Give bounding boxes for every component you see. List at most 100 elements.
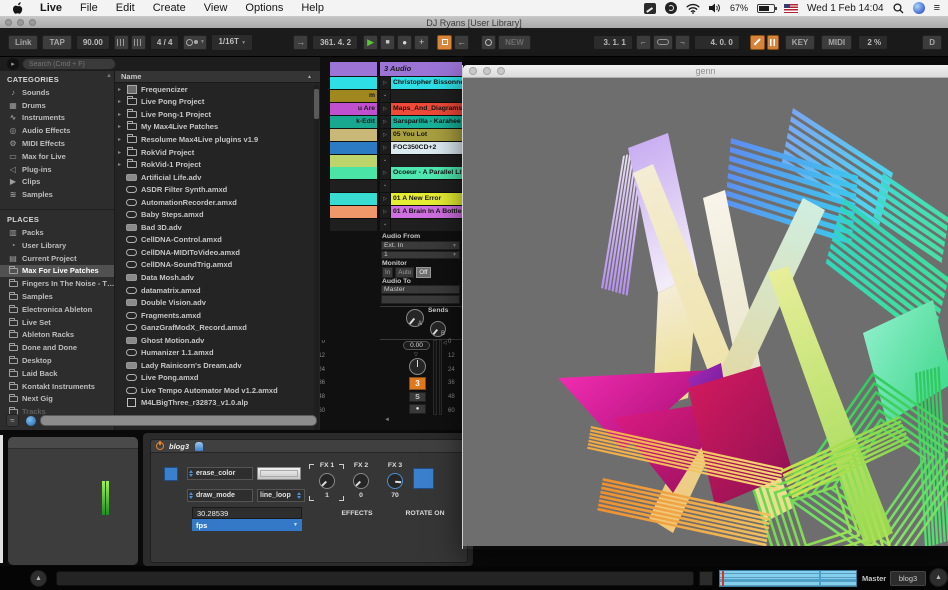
pan-knob[interactable] [409,358,426,375]
place-next-gig[interactable]: Next Gig [0,393,114,406]
stop-slot[interactable]: ▪ [380,219,462,231]
category-drums[interactable]: ▦Drums [0,99,114,112]
menu-edit[interactable]: Edit [107,0,144,17]
spotlight-search-icon[interactable] [893,3,904,14]
sidebar-scroll-up-icon[interactable]: ▲ [106,73,112,79]
follow-button[interactable]: → [293,35,308,50]
file-resolume-max4live-plugins-v1-9[interactable]: ▸Resolume Max4Live plugins v1.9 [115,133,320,146]
clip-play-icon[interactable]: ▷ [380,129,391,141]
device-tab[interactable]: blog3 [890,571,926,586]
clip-slot[interactable]: ▷Ocoeur - A Parallel Life [380,167,462,179]
output-channel-chooser[interactable] [381,295,460,304]
clip-stop-icon[interactable]: ▪ [380,219,391,231]
number-box[interactable]: 30.28539 [192,507,302,519]
place-done-and-done[interactable]: Done and Done [0,341,114,354]
stop-slot[interactable]: ▪ [380,180,462,192]
send-b-knob[interactable]: B [430,321,446,337]
file-data-mosh-adv[interactable]: Data Mosh.adv [115,271,320,284]
clip-play-icon[interactable]: ▷ [380,116,391,128]
input-type-chooser[interactable]: Ext. In▼ [381,241,460,250]
punch-out-button[interactable]: ¬ [675,35,690,50]
disclosure-icon[interactable]: ▸ [118,123,125,130]
search-input[interactable] [22,58,116,70]
place-kontakt-instruments[interactable]: Kontakt Instruments [0,380,114,393]
file-live-pong-amxd[interactable]: Live Pong.amxd [115,372,320,385]
category-plug-ins[interactable]: ◁Plug-ins [0,163,114,176]
menu-help[interactable]: Help [292,0,333,17]
param-dropdown[interactable]: fps▼ [192,519,302,531]
play-button[interactable]: ▶ [363,35,378,50]
key-map-button[interactable]: KEY [785,35,815,50]
menubar-clock[interactable]: Wed 1 Feb 14:04 [807,3,884,14]
place-packs[interactable]: ▥Packs [0,226,114,239]
neighbor-clip-slot[interactable]: u Are [330,103,377,115]
metronome-icon[interactable]: ▼ [183,35,207,50]
file-frequencizer[interactable]: ▸Frequencizer [115,83,320,96]
wifi-icon[interactable] [686,3,700,14]
clip-play-icon[interactable]: ▷ [380,103,391,115]
category-instruments[interactable]: ∿Instruments [0,112,114,125]
browser-horizontal-scrollbar[interactable] [40,415,317,426]
draw-mode-value-menu[interactable]: line_loop [257,489,305,502]
category-samples[interactable]: ≋Samples [0,188,114,201]
file-lady-rainicorn-s-dream-adv[interactable]: Lady Rainicorn's Dream.adv [115,359,320,372]
file-baby-steps-amxd[interactable]: Baby Steps.amxd [115,208,320,221]
neighbor-clip-slot[interactable]: k-Edit [330,116,377,128]
draw-mode-menu[interactable]: draw_mode [187,489,253,502]
clip-play-icon[interactable]: ▷ [380,77,391,89]
neighbor-clip-slot[interactable] [330,77,377,89]
quantization-menu[interactable]: 1/16T ▼ [211,34,253,51]
disclosure-icon[interactable]: ▸ [118,111,125,118]
capture-new-button[interactable]: NEW [498,35,531,50]
file-live-tempo-automator-mod-v1-2-amxd[interactable]: Live Tempo Automator Mod v1.2.amxd [115,384,320,397]
file-datamatrix-amxd[interactable]: datamatrix.amxd [115,284,320,297]
volume-display[interactable]: 0.00 [403,341,430,350]
file-my-max4live-patches[interactable]: ▸My Max4Live Patches [115,121,320,134]
neighbor-clip-slot[interactable] [330,155,377,167]
clip-stop-icon[interactable]: ▪ [380,180,391,192]
tap-tempo-button[interactable]: TAP [42,35,71,50]
follow-actions-button[interactable] [767,35,779,50]
stop-slot[interactable]: ▪ [380,90,462,102]
disclosure-icon[interactable]: ▸ [118,86,125,93]
device-titlebar[interactable]: blog3 [151,440,467,453]
track-header[interactable]: 3 Audio [380,62,462,76]
output-chooser[interactable]: Master [381,285,460,294]
clip-stop-icon[interactable]: ▪ [380,90,391,102]
record-button[interactable]: ● [397,35,412,50]
file-artificial-life-adv[interactable]: Artificial Life.adv [115,171,320,184]
record-app-icon[interactable] [665,2,677,14]
file-asdr-filter-synth-amxd[interactable]: ASDR Filter Synth.amxd [115,183,320,196]
arrangement-overview[interactable] [719,570,857,587]
clip-slot[interactable]: ▷Christopher Bissonnette [380,77,462,89]
notification-center-icon[interactable]: ≡ [934,2,940,14]
monitor-in[interactable]: In [382,267,393,278]
fx1-knob[interactable] [319,473,335,489]
siri-icon[interactable] [913,2,925,14]
place-user-library[interactable]: ◔User Library [0,239,114,252]
place-max-for-live-patches[interactable]: Max For Live Patches [0,265,114,278]
neighbor-clip-slot[interactable] [330,180,377,192]
category-audio-effects[interactable]: ◎Audio Effects [0,124,114,137]
clip-slot[interactable]: ▷01 A Brain In A Bottle [380,206,462,218]
loop-button[interactable] [653,35,673,50]
fx2-knob[interactable] [353,473,369,489]
nudge-down-button[interactable] [114,35,129,50]
clip-play-icon[interactable]: ▷ [380,167,391,179]
link-button[interactable]: Link [8,35,38,50]
volume-icon[interactable] [709,3,721,13]
apple-icon[interactable] [0,2,31,15]
file-rokvid-project[interactable]: ▸RokVid Project [115,146,320,159]
track-activator-button[interactable]: 3 [409,377,426,390]
erase-color-menu[interactable]: erase_color [187,467,253,480]
solo-button[interactable]: S [409,392,426,402]
clip-play-icon[interactable]: ▷ [380,193,391,205]
place-samples[interactable]: Samples [0,290,114,303]
device-power-icon[interactable] [156,442,164,450]
monitor-off[interactable]: Off [416,267,430,278]
neighbor-clip-slot[interactable] [330,129,377,141]
draw-mode-button[interactable] [750,35,765,50]
file-ganzgrafmodx-record-amxd[interactable]: GanzGrafModX_Record.amxd [115,321,320,334]
clip-play-icon[interactable]: ▷ [380,142,391,154]
disk-overload-indicator[interactable]: D [922,35,942,50]
